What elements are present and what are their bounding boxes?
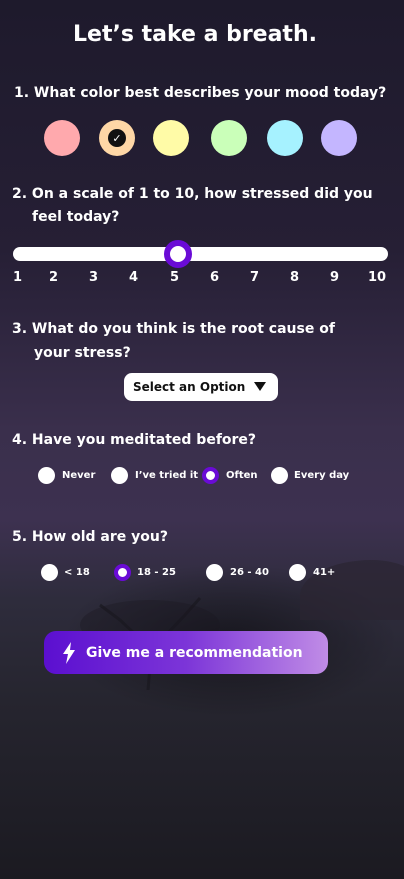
age-radio-26-40[interactable]: [206, 564, 223, 581]
check-icon: ✓: [108, 129, 126, 147]
age-option-label: 18 - 25: [137, 567, 176, 578]
root-cause-select-label: Select an Option: [133, 380, 246, 394]
meditation-radio-tried[interactable]: [111, 467, 128, 484]
root-cause-select[interactable]: Select an Option: [124, 373, 278, 401]
slider-tick: 2: [49, 270, 59, 285]
slider-tick: 7: [250, 270, 260, 285]
recommendation-button[interactable]: Give me a recommendation: [44, 631, 328, 674]
meditation-radio-never[interactable]: [38, 467, 55, 484]
lightning-icon: [63, 641, 75, 664]
slider-tick: 9: [330, 270, 340, 285]
slider-tick: 5: [170, 270, 180, 285]
meditation-radio-often[interactable]: [202, 467, 219, 484]
mood-color-4[interactable]: [211, 120, 247, 156]
slider-tick: 6: [210, 270, 220, 285]
age-radio-41-plus[interactable]: [289, 564, 306, 581]
question-1-label: 1. What color best describes your mood t…: [14, 85, 387, 101]
recommendation-button-label: Give me a recommendation: [86, 644, 303, 661]
mood-color-6[interactable]: [321, 120, 357, 156]
age-option-label: 41+: [313, 567, 336, 578]
slider-tick: 8: [290, 270, 300, 285]
question-3-label: 3. What do you think is the root cause o…: [12, 321, 335, 337]
meditation-option-label: Never: [62, 470, 96, 481]
stress-slider-track[interactable]: [13, 247, 388, 261]
slider-tick: 1: [13, 270, 23, 285]
question-4-label: 4. Have you meditated before?: [12, 432, 257, 448]
page-title: Let’s take a breath.: [73, 22, 317, 47]
meditation-radio-every-day[interactable]: [271, 467, 288, 484]
meditation-option-label: Every day: [294, 470, 350, 481]
question-3-label-cont: your stress?: [34, 345, 131, 361]
age-radio-18-25[interactable]: [114, 564, 131, 581]
slider-tick: 4: [129, 270, 139, 285]
mood-color-3[interactable]: [153, 120, 189, 156]
age-radio-under-18[interactable]: [41, 564, 58, 581]
question-5-label: 5. How old are you?: [12, 529, 168, 545]
meditation-option-label: I’ve tried it: [135, 470, 199, 481]
question-2-label-cont: feel today?: [32, 209, 120, 225]
mood-color-2[interactable]: ✓: [99, 120, 135, 156]
slider-tick: 10: [368, 270, 387, 285]
stress-slider-thumb[interactable]: [164, 240, 192, 268]
slider-tick: 3: [89, 270, 99, 285]
question-2-label: 2. On a scale of 1 to 10, how stressed d…: [12, 186, 373, 202]
age-option-label: 26 - 40: [230, 567, 269, 578]
age-option-label: < 18: [64, 567, 90, 578]
mood-color-5[interactable]: [267, 120, 303, 156]
meditation-option-label: Often: [226, 470, 258, 481]
mood-color-1[interactable]: [44, 120, 80, 156]
caret-down-icon: [254, 382, 266, 391]
